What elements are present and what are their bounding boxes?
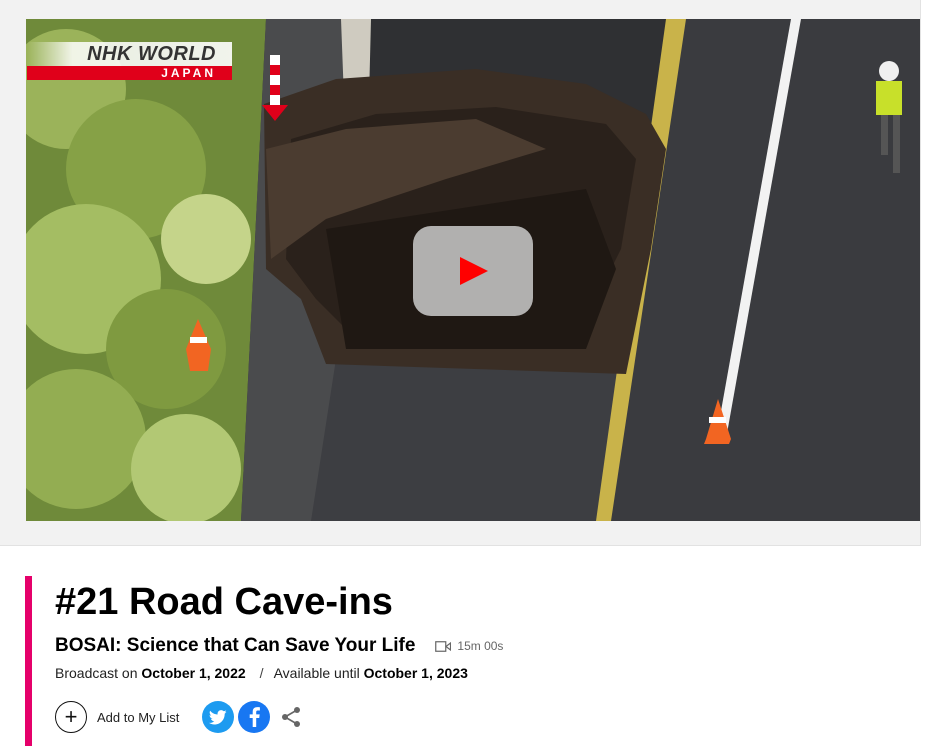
accent-bar [25,576,32,746]
program-title-link[interactable]: BOSAI: Science that Can Save Your Life [55,635,415,657]
program-row: BOSAI: Science that Can Save Your Life 1… [55,633,503,659]
add-to-my-list-button[interactable]: + Add to My List [55,701,179,733]
plus-icon: + [55,701,87,733]
twitter-icon [209,709,228,724]
facebook-share-button[interactable] [238,701,271,733]
add-to-my-list-label: Add to My List [97,709,180,725]
date-separator: / [259,665,264,681]
duration: 15m 00s [435,639,503,653]
play-button[interactable] [413,226,533,316]
video-section: NHK WORLD JAPAN [0,0,921,546]
share-icon [282,707,301,727]
duration-text: 15m 00s [457,639,504,653]
logo-text-top: NHK WORLD [87,43,216,65]
video-camera-icon [435,640,452,652]
broadcast-dates: Broadcast on October 1, 2022 / Available… [55,665,468,681]
page: NHK WORLD JAPAN #21 Road Cave-ins BOSAI:… [0,0,925,753]
video-player[interactable]: NHK WORLD JAPAN [26,19,920,521]
broadcast-label: Broadcast on [55,665,138,681]
play-icon [460,257,488,285]
facebook-icon [249,707,260,727]
episode-title: #21 Road Cave-ins [55,581,393,623]
share-button[interactable] [279,705,303,729]
actions-row: + Add to My List [55,700,303,734]
episode-info: #21 Road Cave-ins BOSAI: Science that Ca… [25,576,905,746]
broadcast-date: October 1, 2022 [141,665,246,681]
nhk-world-logo: NHK WORLD JAPAN [27,42,232,80]
logo-text-bottom: JAPAN [161,66,216,80]
available-date: October 1, 2023 [363,665,468,681]
share-buttons [202,701,303,733]
twitter-share-button[interactable] [202,701,235,733]
available-label: Available until [273,665,360,681]
